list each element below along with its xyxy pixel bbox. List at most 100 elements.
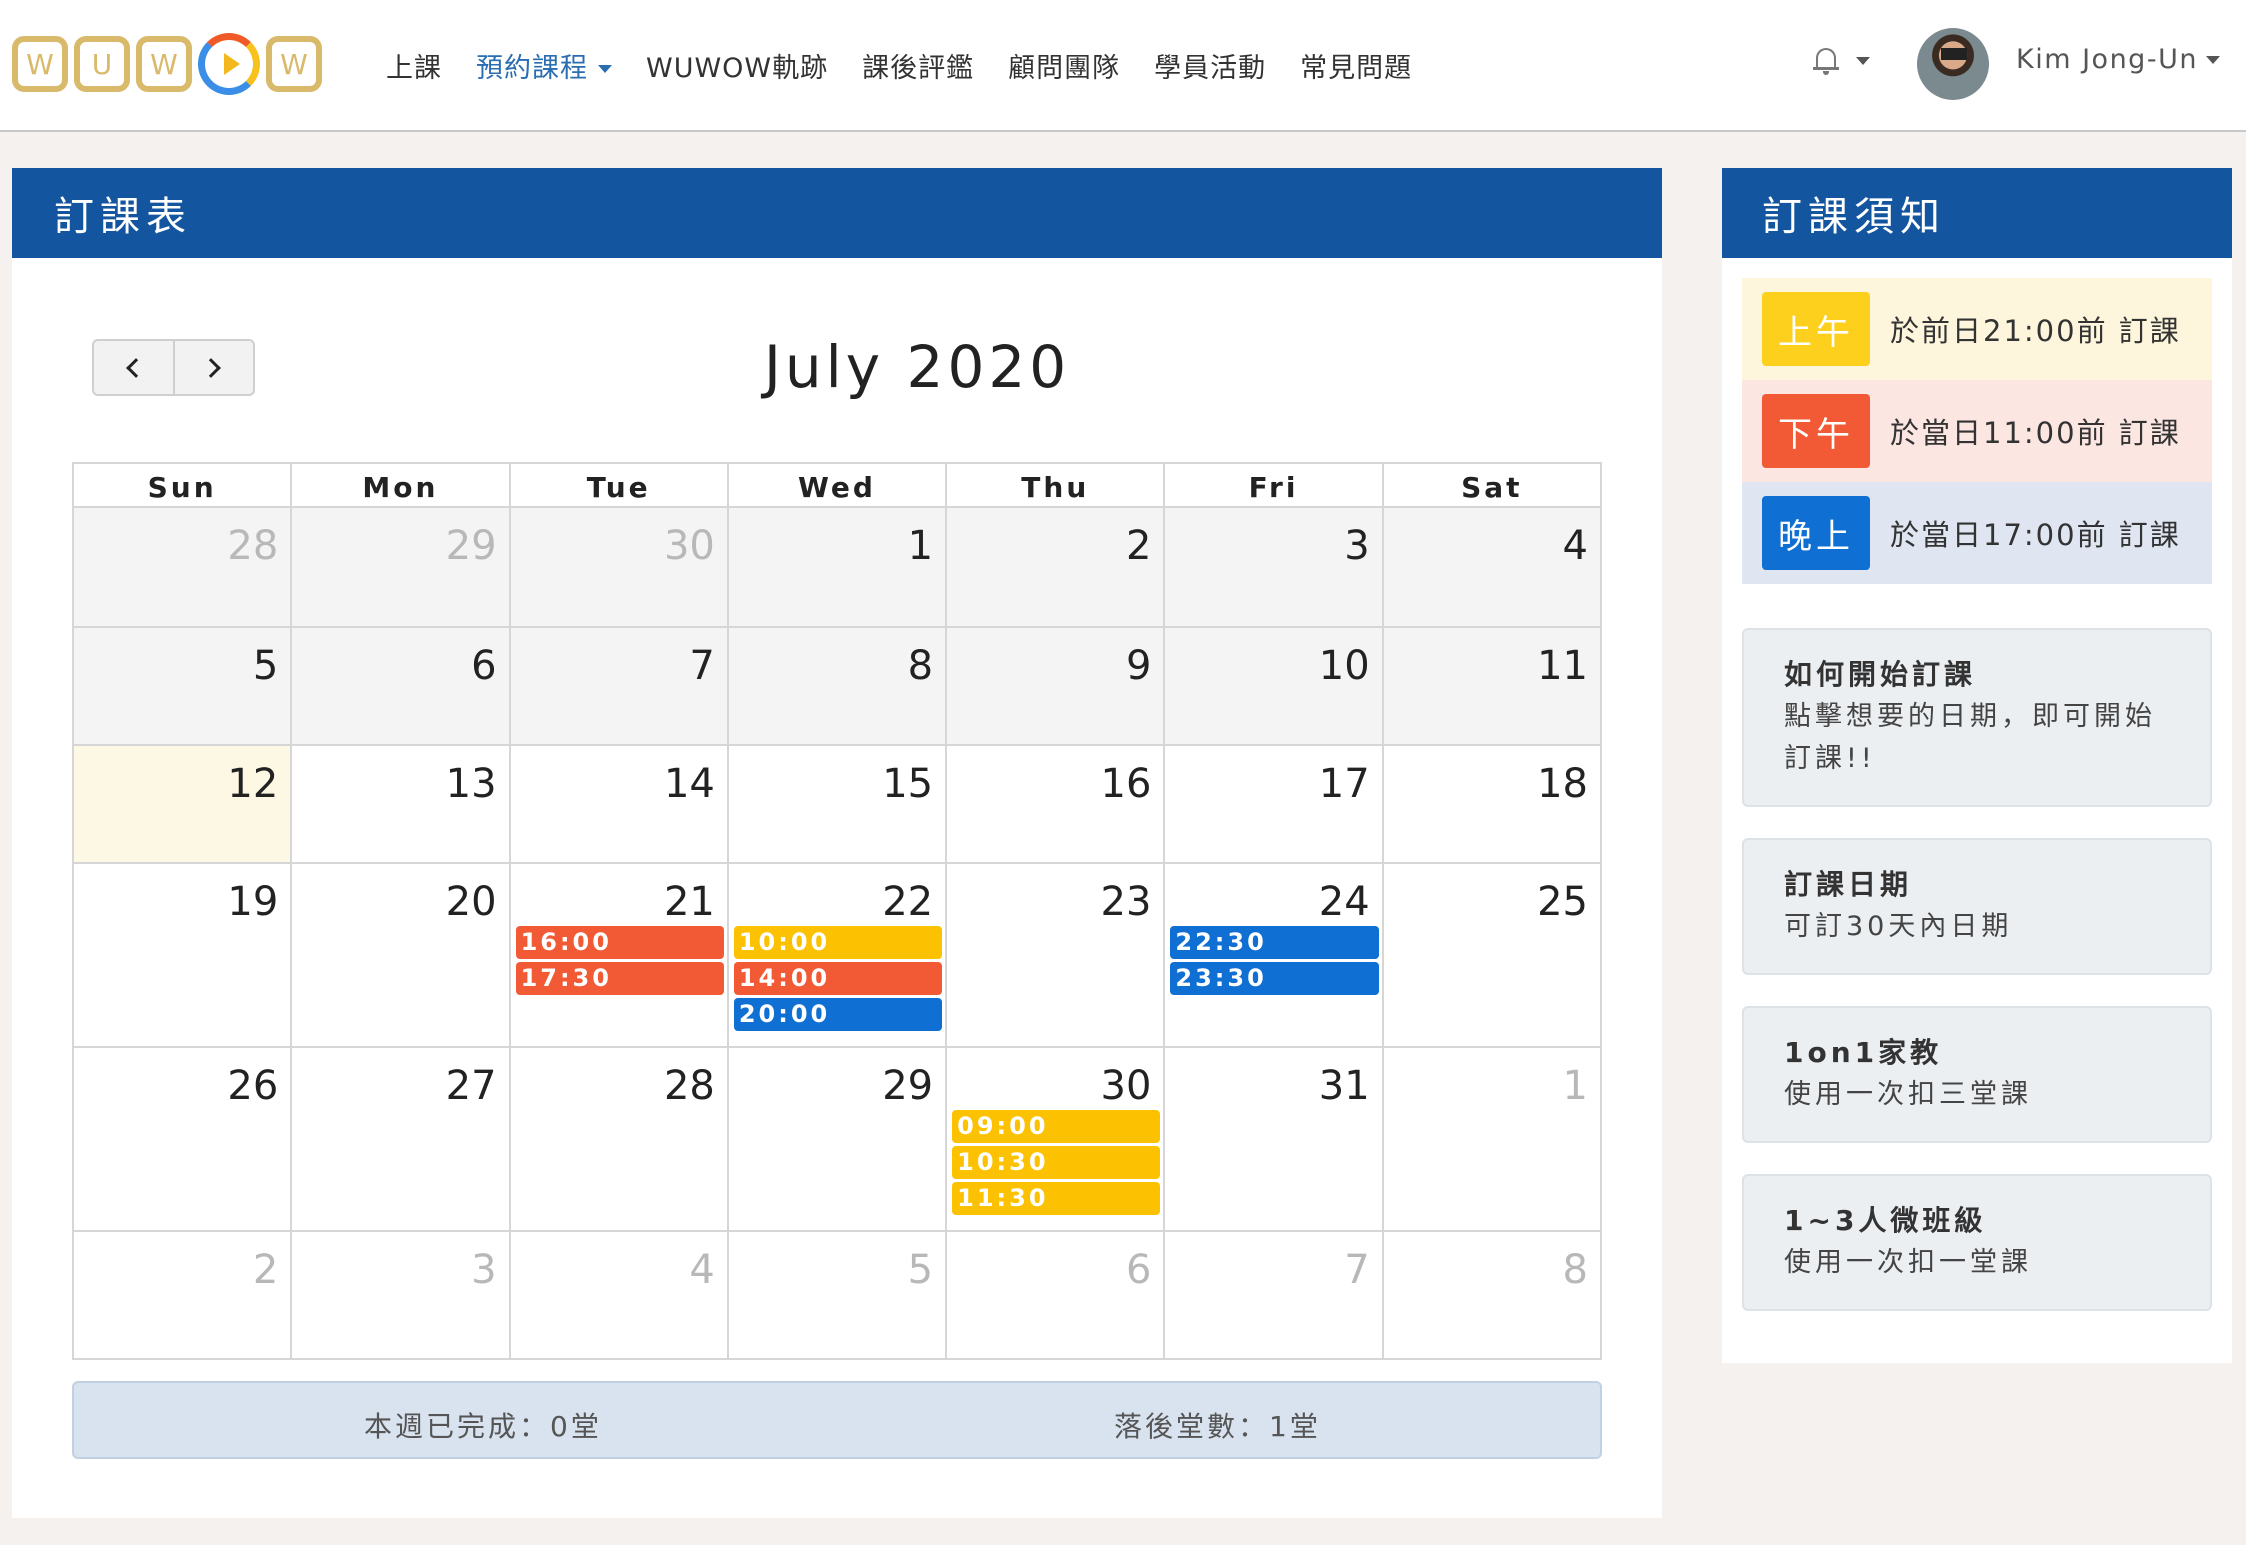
bell-icon xyxy=(1812,46,1840,76)
booked-class-event[interactable]: 16:00 xyxy=(515,926,724,959)
booked-class-event[interactable]: 20:00 xyxy=(733,998,943,1031)
booked-class-event[interactable]: 11:30 xyxy=(952,1182,1161,1215)
booked-class-event[interactable]: 14:00 xyxy=(733,962,943,995)
booked-class-event[interactable]: 10:00 xyxy=(733,926,943,959)
calendar-day-cell[interactable]: 16 xyxy=(945,744,1166,864)
calendar-day-cell[interactable]: 2 xyxy=(945,506,1166,628)
booking-panel-title: 訂課表 xyxy=(12,168,1662,258)
nav-item-faq[interactable]: 常見問題 xyxy=(1300,46,1412,85)
caret-down-icon xyxy=(598,65,612,73)
calendar-day-cell[interactable]: 25 xyxy=(1381,862,1603,1048)
weekday-header: Tue xyxy=(508,462,729,508)
day-number: 28 xyxy=(663,1063,715,1109)
calendar-day-cell[interactable]: 8 xyxy=(726,626,948,746)
wuwow-logo[interactable]: W U W W xyxy=(12,24,328,104)
calendar-day-cell[interactable]: 7 xyxy=(508,626,729,746)
avatar[interactable] xyxy=(1917,28,1989,100)
calendar-grid: Sun Mon Tue Wed Thu Fri Sat 28 29 30 1 2 3 4 5 6 7 8 9 10 1… xyxy=(71,462,1603,1360)
day-number: 24 xyxy=(1318,879,1370,925)
calendar-day-cell[interactable]: 20 xyxy=(290,862,511,1048)
rule-text: 於當日11:00前 訂課 xyxy=(1890,416,2181,450)
main-nav: 上課 預約課程 WUWOW軌跡 課後評鑑 顧問團隊 學員活動 常見問題 xyxy=(386,0,1446,130)
calendar-day-cell[interactable]: 30 xyxy=(508,506,729,628)
calendar-day-cell[interactable]: 10 xyxy=(1163,626,1384,746)
booked-class-event[interactable]: 10:30 xyxy=(952,1146,1161,1179)
booked-class-event[interactable]: 22:30 xyxy=(1170,926,1379,959)
info-title: 訂課日期 xyxy=(1784,868,1913,901)
day-number: 26 xyxy=(227,1063,279,1109)
calendar-day-cell[interactable]: 21 16:00 17:30 xyxy=(508,862,729,1048)
day-number: 5 xyxy=(252,643,279,689)
info-small-class: 1~3人微班級 使用一次扣一堂課 xyxy=(1742,1174,2212,1311)
calendar-day-cell[interactable]: 26 xyxy=(71,1046,293,1232)
rule-afternoon: 下午 於當日11:00前 訂課 xyxy=(1742,380,2212,482)
behind-count: 落後堂數：1堂 xyxy=(1114,1410,1321,1443)
day-number: 6 xyxy=(1125,1247,1152,1293)
calendar-day-cell[interactable]: 27 xyxy=(290,1046,511,1232)
nav-item-track[interactable]: WUWOW軌跡 xyxy=(646,46,828,85)
calendar-day-cell[interactable]: 6 xyxy=(290,626,511,746)
day-number: 15 xyxy=(882,761,934,807)
month-title: July 2020 xyxy=(763,333,1071,401)
calendar-day-cell[interactable]: 19 xyxy=(71,862,293,1048)
calendar-day-cell[interactable]: 6 xyxy=(945,1230,1166,1360)
day-number: 17 xyxy=(1318,761,1370,807)
calendar-day-cell[interactable]: 28 xyxy=(71,506,293,628)
calendar-day-cell[interactable]: 5 xyxy=(726,1230,948,1360)
calendar-day-cell[interactable]: 29 xyxy=(726,1046,948,1232)
info-body: 使用一次扣三堂課 xyxy=(1784,1079,2032,1110)
calendar-day-cell[interactable]: 14 xyxy=(508,744,729,864)
calendar-day-cell[interactable]: 7 xyxy=(1163,1230,1384,1360)
calendar-day-cell[interactable]: 8 xyxy=(1381,1230,1603,1360)
calendar-day-cell[interactable]: 4 xyxy=(1381,506,1603,628)
day-number: 25 xyxy=(1537,879,1588,925)
info-body: 使用一次扣一堂課 xyxy=(1784,1247,2032,1278)
calendar-day-cell[interactable]: 23 xyxy=(945,862,1166,1048)
calendar-day-cell[interactable]: 13 xyxy=(290,744,511,864)
nav-item-class[interactable]: 上課 xyxy=(386,46,442,85)
nav-item-booking[interactable]: 預約課程 xyxy=(476,46,612,85)
weekday-header: Mon xyxy=(290,462,511,508)
booked-class-event[interactable]: 17:30 xyxy=(515,962,724,995)
calendar-day-cell[interactable]: 2 xyxy=(71,1230,293,1360)
calendar-week-row: 5 6 7 8 9 10 11 xyxy=(71,626,1603,746)
day-number: 8 xyxy=(907,643,934,689)
calendar-day-cell[interactable]: 17 xyxy=(1163,744,1384,864)
notice-panel-title: 訂課須知 xyxy=(1722,168,2232,258)
calendar-day-cell[interactable]: 22 10:00 14:00 20:00 xyxy=(726,862,948,1048)
calendar-day-cell[interactable]: 1 xyxy=(726,506,948,628)
info-1on1: 1on1家教 使用一次扣三堂課 xyxy=(1742,1006,2212,1143)
user-menu[interactable]: Kim Jong-Un xyxy=(2016,44,2220,75)
calendar-week-row: 12 13 14 15 16 17 18 xyxy=(71,744,1603,864)
logo-tile: W xyxy=(266,36,322,92)
nav-item-evaluation[interactable]: 課後評鑑 xyxy=(862,46,974,85)
calendar-day-cell[interactable]: 3 xyxy=(1163,506,1384,628)
calendar-day-cell[interactable]: 28 xyxy=(508,1046,729,1232)
day-number: 6 xyxy=(471,643,497,689)
calendar-day-cell[interactable]: 30 09:00 10:30 11:30 xyxy=(945,1046,1166,1232)
calendar-day-cell[interactable]: 24 22:30 23:30 xyxy=(1163,862,1384,1048)
nav-item-consultants[interactable]: 顧問團隊 xyxy=(1008,46,1120,85)
calendar-day-cell[interactable]: 5 xyxy=(71,626,293,746)
booked-class-event[interactable]: 23:30 xyxy=(1170,962,1379,995)
calendar-day-cell[interactable]: 4 xyxy=(508,1230,729,1360)
day-number: 13 xyxy=(445,761,497,807)
calendar-day-cell[interactable]: 31 xyxy=(1163,1046,1384,1232)
calendar-day-cell[interactable]: 9 xyxy=(945,626,1166,746)
info-title: 1on1家教 xyxy=(1784,1036,1943,1069)
calendar-day-cell[interactable]: 3 xyxy=(290,1230,511,1360)
calendar-day-cell[interactable]: 29 xyxy=(290,506,511,628)
day-number: 31 xyxy=(1318,1063,1370,1109)
calendar-day-cell[interactable]: 11 xyxy=(1381,626,1603,746)
calendar-day-cell[interactable]: 18 xyxy=(1381,744,1603,864)
calendar-day-cell[interactable]: 1 xyxy=(1381,1046,1603,1232)
calendar-day-cell[interactable]: 15 xyxy=(726,744,948,864)
top-navbar: W U W W 上課 預約課程 WUWOW軌跡 課後評鑑 顧問團隊 學員活動 常… xyxy=(0,0,2246,132)
weekly-summary: 本週已完成：0堂 落後堂數：1堂 xyxy=(72,1381,1602,1459)
booked-class-event[interactable]: 09:00 xyxy=(952,1110,1161,1143)
calendar-body: 28 29 30 1 2 3 4 5 6 7 8 9 10 11 12 13 14 15 16 17 18 19 20 21 1… xyxy=(71,506,1603,1360)
day-number: 3 xyxy=(471,1247,497,1293)
calendar-day-cell[interactable]: 12 xyxy=(71,744,293,864)
notification-dropdown[interactable] xyxy=(1812,46,1870,76)
nav-item-activities[interactable]: 學員活動 xyxy=(1154,46,1266,85)
